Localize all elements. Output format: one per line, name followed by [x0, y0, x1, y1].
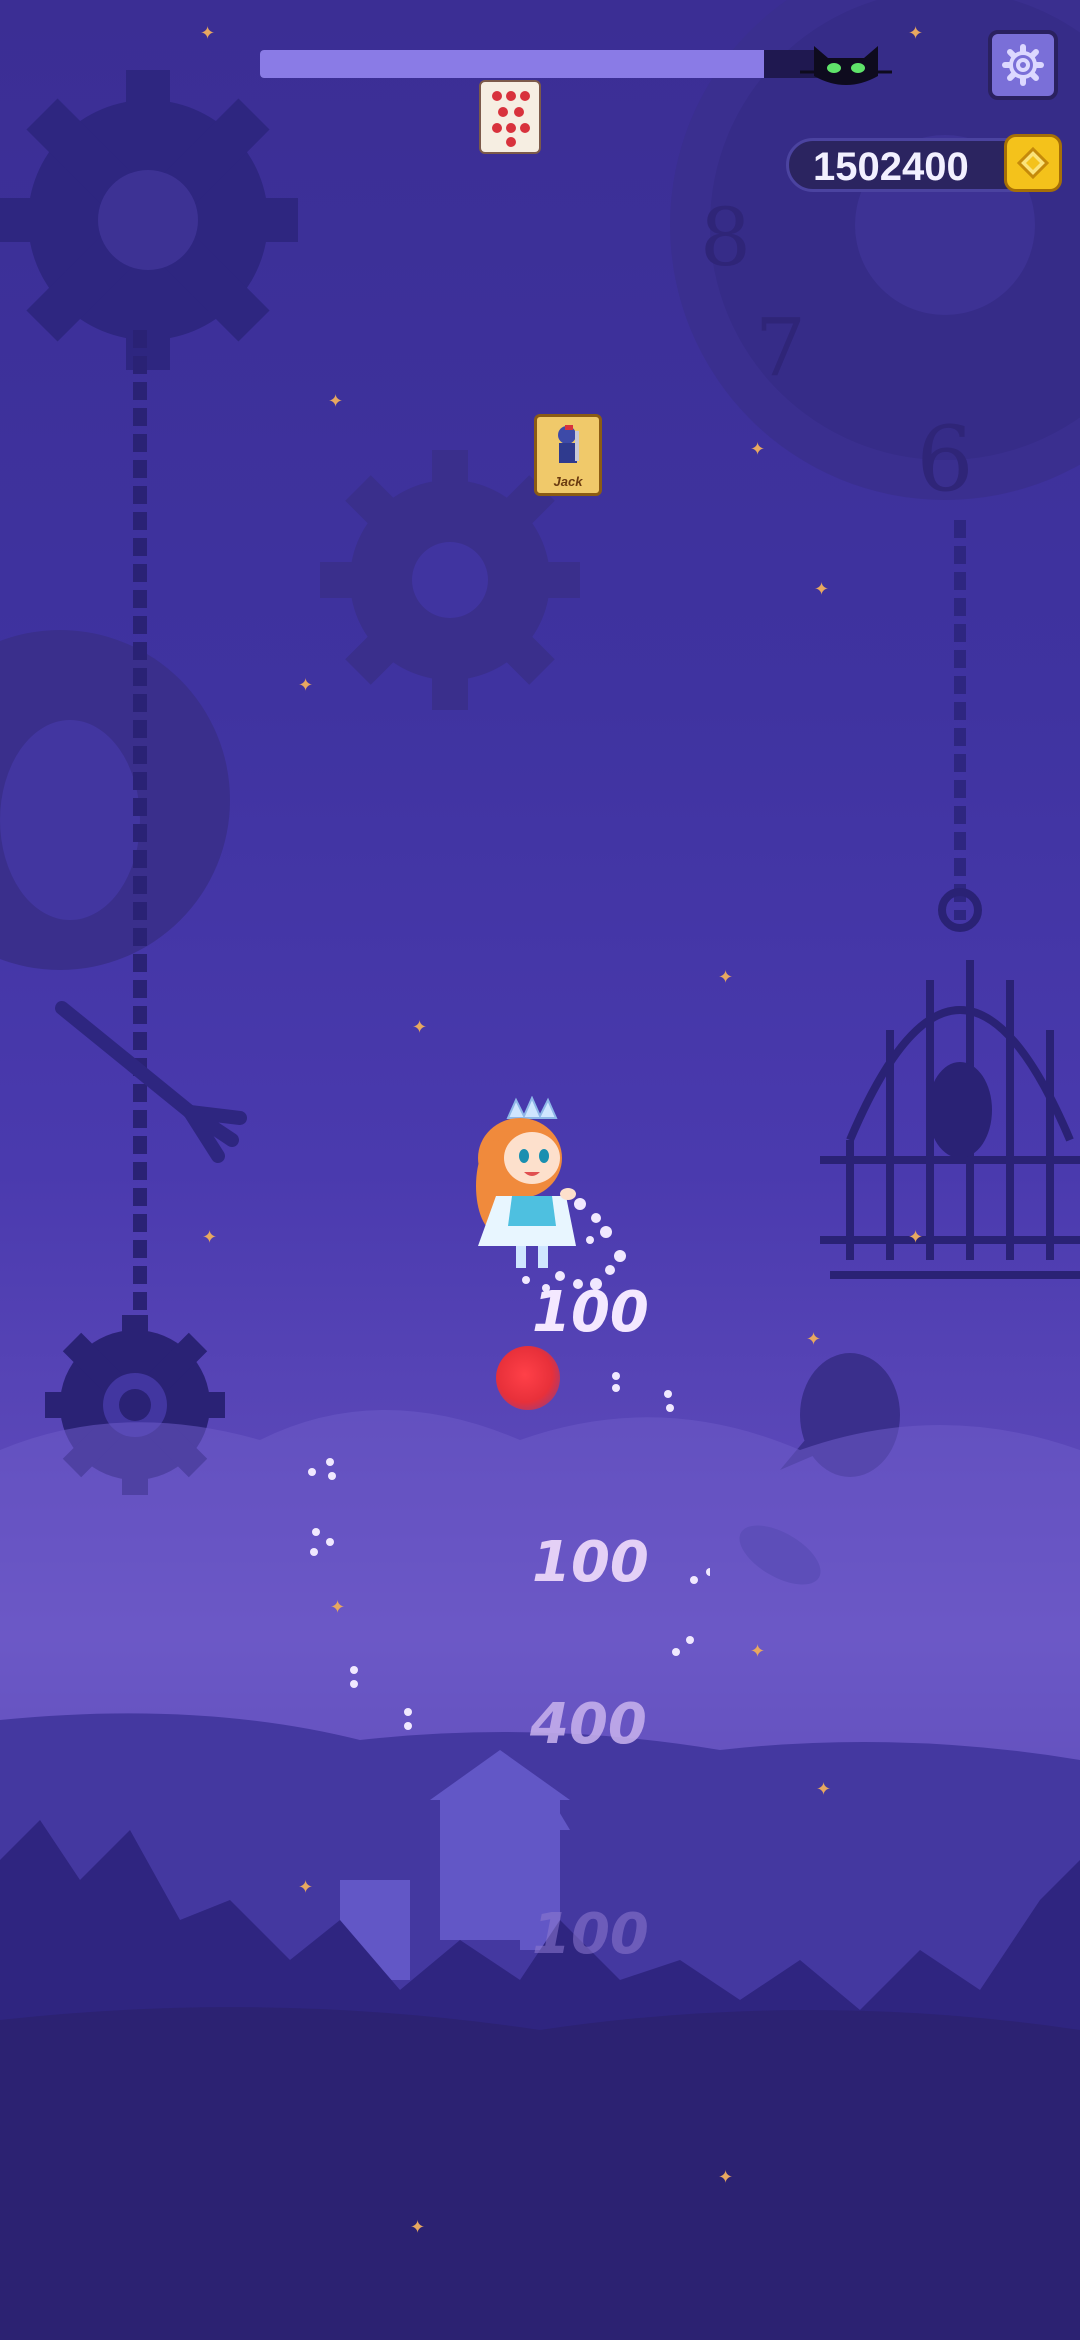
red-ball	[496, 1346, 560, 1410]
score-popup: 400	[530, 1692, 647, 1757]
sparkle-star: ✦	[202, 1227, 218, 1247]
sparkle-star: ✦	[412, 1017, 428, 1037]
sparkle-trail	[308, 1198, 710, 1730]
sparkle-star: ✦	[298, 675, 314, 695]
score-popup: 100	[532, 1530, 649, 1595]
svg-text:8: 8	[700, 191, 751, 284]
sparkle-star: ✦	[806, 1329, 822, 1349]
sparkle-star: ✦	[816, 1779, 832, 1799]
coin-icon	[1004, 134, 1062, 192]
sparkle-star: ✦	[750, 1641, 766, 1661]
sparkle-star: ✦	[814, 579, 830, 599]
jack-card: Jack	[534, 414, 602, 496]
score-popup: 100	[532, 1902, 649, 1967]
sparkle-star: ✦	[718, 967, 734, 987]
sparkle-star: ✦	[200, 23, 216, 43]
score-value: 1502400	[813, 145, 969, 189]
score-popup: 100	[532, 1280, 649, 1345]
hearts-card	[479, 80, 541, 154]
sparkle-star: ✦	[908, 23, 924, 43]
black-cat-icon	[800, 46, 892, 85]
level-progress-fill	[260, 50, 764, 78]
svg-text:7: 7	[755, 301, 806, 394]
level-progress-bar	[260, 50, 820, 78]
sparkle-star: ✦	[410, 2217, 426, 2237]
sparkle-star: ✦	[328, 391, 344, 411]
settings-button[interactable]	[988, 30, 1058, 100]
sparkle-star: ✦	[718, 2167, 734, 2187]
sparkle-star: ✦	[298, 1877, 314, 1897]
sparkle-star: ✦	[908, 1227, 924, 1247]
gear-icon	[1002, 44, 1044, 86]
svg-text:6: 6	[916, 407, 973, 512]
jack-card-label: Jack	[553, 474, 583, 489]
sparkle-star: ✦	[750, 439, 766, 459]
